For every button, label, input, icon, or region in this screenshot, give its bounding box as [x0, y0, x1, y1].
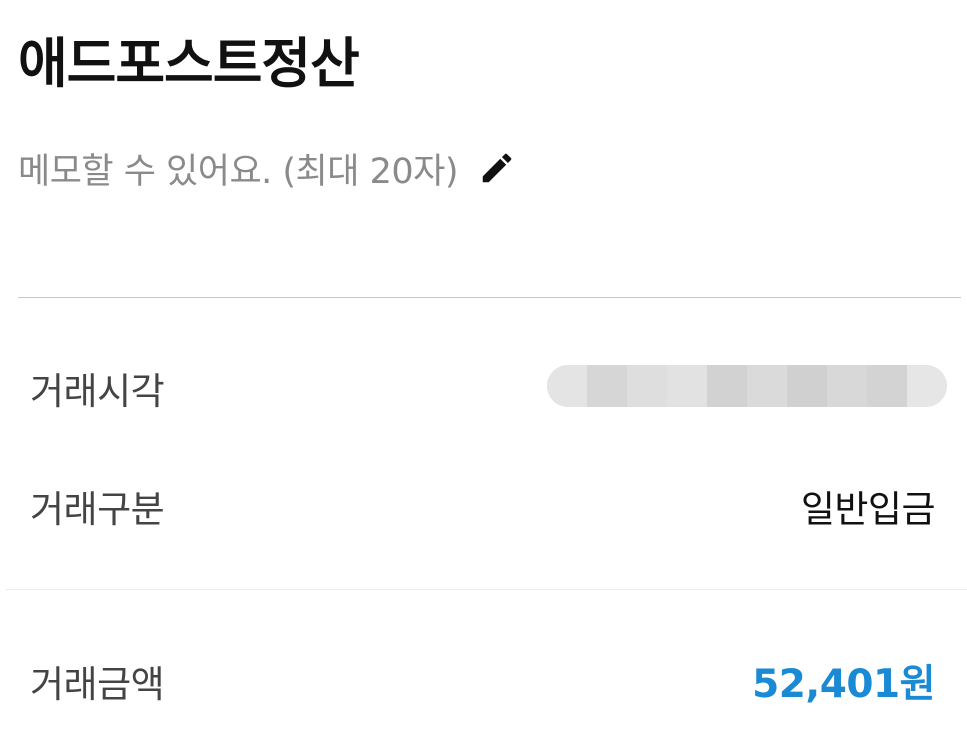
detail-row-amount: 거래금액 52,401원: [30, 651, 935, 711]
section-divider: [18, 297, 961, 298]
memo-edit-row[interactable]: 메모할 수 있어요. (최대 20자): [18, 140, 516, 196]
amount-value: 52,401원: [752, 662, 935, 707]
amount-label: 거래금액: [30, 663, 165, 706]
type-label: 거래구분: [30, 488, 165, 531]
pencil-icon[interactable]: [478, 149, 516, 187]
time-label: 거래시각: [30, 370, 165, 413]
row-divider: [6, 589, 967, 590]
detail-row-type: 거래구분 일반입금: [30, 476, 936, 536]
page-title: 애드포스트정산: [18, 32, 360, 95]
memo-placeholder: 메모할 수 있어요. (최대 20자): [18, 151, 458, 192]
redacted-time-value: [547, 365, 947, 407]
type-value: 일반입금: [800, 488, 936, 531]
